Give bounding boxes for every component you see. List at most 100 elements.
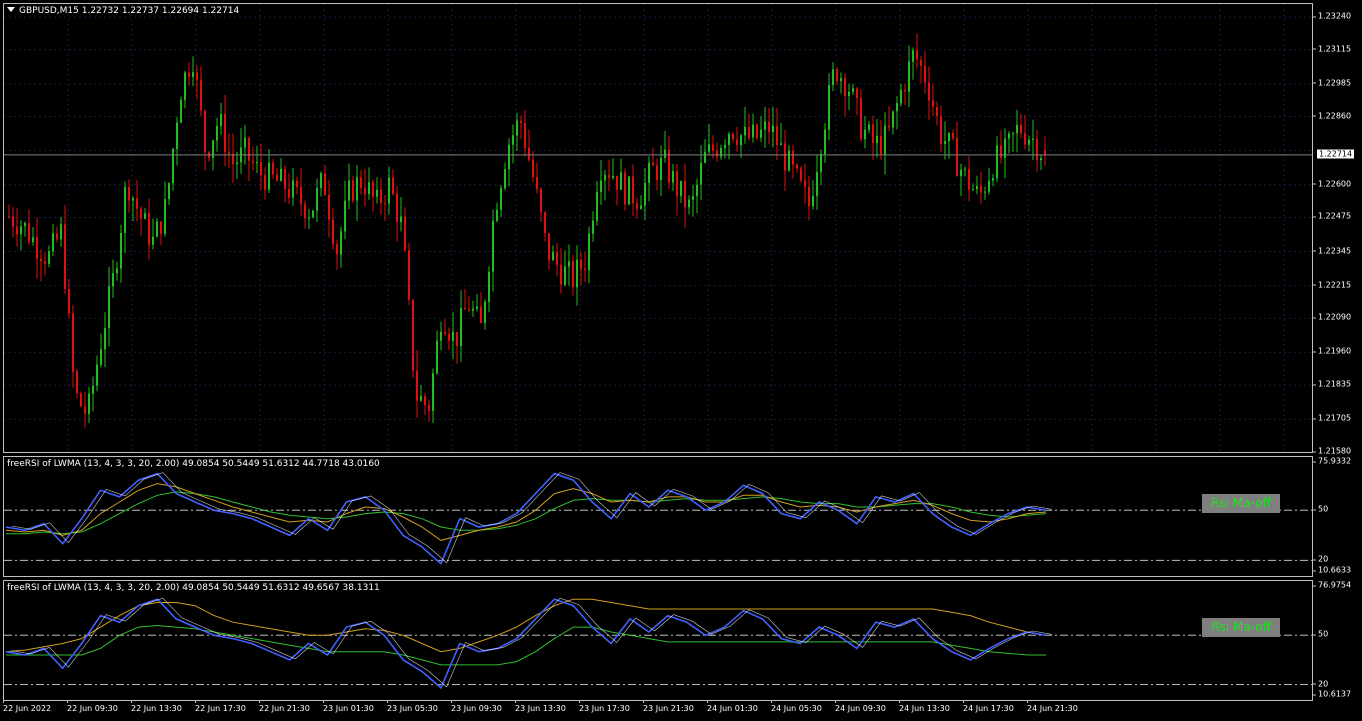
candle-body <box>824 129 826 154</box>
price-tick-label: 1.22860 <box>1312 111 1352 121</box>
rsi-scale-bottom: 10.6137 <box>1312 689 1352 699</box>
rsi-ma-off-button-1[interactable]: Rsi Ma-off <box>1202 494 1280 513</box>
price-tick-label: 1.22985 <box>1312 78 1352 88</box>
candle-body <box>680 180 682 197</box>
candle-body <box>972 189 974 191</box>
candle-body <box>376 189 378 197</box>
candle-body <box>608 175 610 178</box>
candle-body <box>196 72 198 80</box>
candle-body <box>424 396 426 405</box>
candle-body <box>624 172 626 205</box>
rsi-scale-1: 75.9332 50 20 10.6633 <box>1312 456 1362 577</box>
rsi-scale-top: 76.9754 <box>1312 580 1352 590</box>
candle-body <box>968 168 970 190</box>
candle-body <box>336 244 338 255</box>
candle-body <box>960 169 962 177</box>
candle-body <box>572 261 574 288</box>
candle-body <box>856 88 858 99</box>
candle-body <box>1032 138 1034 140</box>
candle-body <box>636 203 638 209</box>
candle-body <box>992 178 994 181</box>
price-tick-label: 1.22475 <box>1312 211 1352 221</box>
time-label: 24 Jun 21:30 <box>1027 700 1078 713</box>
candle-body <box>836 69 838 82</box>
price-tick-label: 1.22090 <box>1312 312 1352 322</box>
candle-body <box>440 331 442 341</box>
candle-body <box>816 172 818 196</box>
signal-line <box>11 472 1052 564</box>
candle-body <box>88 393 90 414</box>
rsi-title-1: freeRSI of LWMA (13, 4, 3, 3, 20, 2.00) … <box>7 459 380 469</box>
candle-body <box>504 169 506 189</box>
candle-body <box>288 188 290 198</box>
rsi-scale-2: 76.9754 50 20 10.6137 <box>1312 580 1362 701</box>
candle-body <box>592 220 594 234</box>
rsi-scale-top: 75.9332 <box>1312 456 1352 466</box>
candle-body <box>384 203 386 205</box>
candle-body <box>620 172 622 190</box>
candle-body <box>320 173 322 189</box>
candle-body <box>580 259 582 269</box>
candle-body <box>100 349 102 365</box>
candle-body <box>844 78 846 97</box>
price-tick-label: 1.23115 <box>1312 44 1352 54</box>
rsi-ma-off-button-2[interactable]: Rsi Ma-off <box>1202 618 1280 637</box>
candle-body <box>464 308 466 310</box>
rsi-line <box>5 472 1047 566</box>
candle-body <box>948 132 950 142</box>
rsi-indicator-pane-1[interactable]: freeRSI of LWMA (13, 4, 3, 3, 20, 2.00) … <box>3 456 1313 577</box>
rsi-indicator-pane-2[interactable]: freeRSI of LWMA (13, 4, 3, 3, 20, 2.00) … <box>3 580 1313 701</box>
candle-body <box>984 191 986 193</box>
time-label: 23 Jun 21:30 <box>643 700 694 713</box>
candle-body <box>880 135 882 155</box>
candle-body <box>8 216 10 218</box>
candle-body <box>932 100 934 108</box>
candle-body <box>136 198 138 209</box>
candle-body <box>420 396 422 401</box>
candle-body <box>36 237 38 259</box>
candle-body <box>444 331 446 334</box>
candle-body <box>308 217 310 219</box>
ma-fast-line <box>5 483 1047 541</box>
candle-body <box>864 129 866 140</box>
dropdown-triangle-icon[interactable] <box>7 7 15 12</box>
candle-body <box>32 237 34 242</box>
candle-body <box>784 143 786 171</box>
candle-body <box>60 224 62 240</box>
candle-body <box>456 332 458 347</box>
candle-body <box>104 328 106 350</box>
candle-body <box>872 124 874 143</box>
candle-body <box>576 259 578 288</box>
time-label: 23 Jun 05:30 <box>387 700 438 713</box>
rsi-scale-mid: 50 <box>1312 629 1329 639</box>
candle-body <box>524 122 526 148</box>
candle-body <box>952 132 954 139</box>
candle-body <box>648 162 650 183</box>
candle-body <box>688 199 690 208</box>
candle-body <box>400 216 402 223</box>
candle-body <box>912 50 914 62</box>
candle-body <box>108 286 110 329</box>
ma-slow-line <box>6 624 1046 666</box>
candle-body <box>84 406 86 414</box>
candle-body <box>584 268 586 271</box>
time-label: 22 Jun 17:30 <box>195 700 246 713</box>
candle-body <box>1020 124 1022 134</box>
candle-body <box>1028 139 1030 145</box>
candle-body <box>520 120 522 123</box>
candle-body <box>304 203 306 219</box>
candle-body <box>772 125 774 133</box>
candle-body <box>884 125 886 155</box>
candle-body <box>216 125 218 141</box>
candle-body <box>188 72 190 77</box>
price-chart-pane[interactable]: GBPUSD,M15 1.22732 1.22737 1.22694 1.227… <box>3 3 1313 453</box>
candle-body <box>360 177 362 189</box>
price-scale[interactable]: 1.23240 1.23115 1.22985 1.22860 1.22600 1.224… <box>1312 3 1362 456</box>
candle-body <box>408 250 410 300</box>
candle-body <box>132 198 134 201</box>
candle-body <box>740 135 742 146</box>
candle-body <box>264 175 266 190</box>
candle-body <box>356 177 358 201</box>
candle-body <box>732 133 734 140</box>
candle-body <box>896 103 898 112</box>
